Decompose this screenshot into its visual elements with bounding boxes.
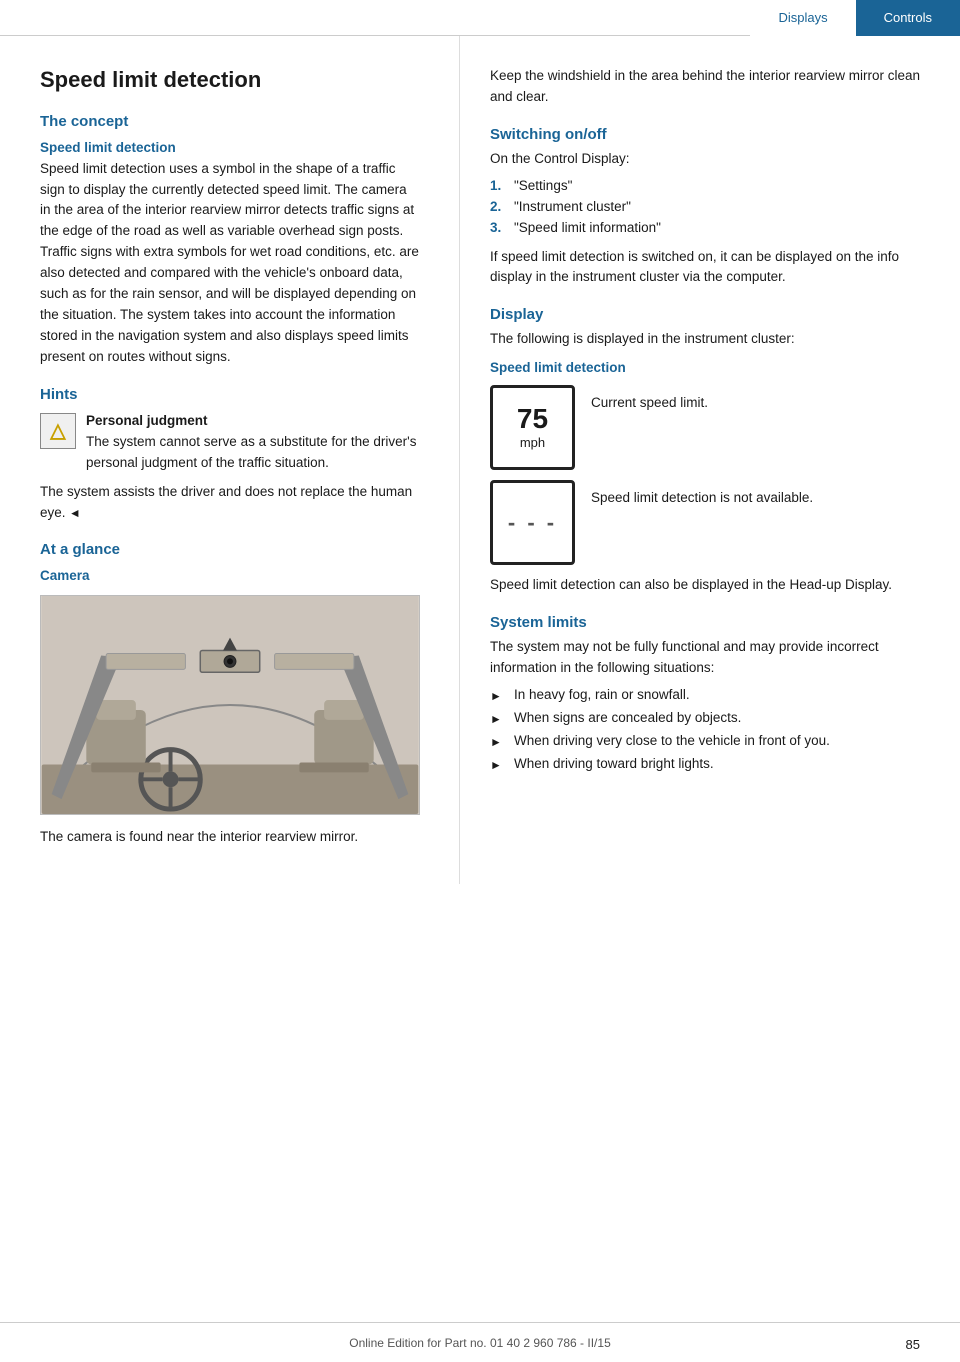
- content-wrapper: Speed limit detection The concept Speed …: [0, 36, 960, 884]
- speed-unit: mph: [520, 435, 545, 450]
- hint-title: Personal judgment: [86, 411, 419, 432]
- page-number: 85: [906, 1337, 920, 1352]
- speed-unavail-caption: Speed limit detection is not available.: [591, 480, 813, 509]
- speed-limit-box-75: 75 mph: [490, 385, 575, 470]
- speed-value: 75: [517, 405, 548, 433]
- bullet-4-text: When driving toward bright lights.: [514, 754, 714, 775]
- hint-body: The system cannot serve as a substitute …: [86, 432, 419, 474]
- step-1: 1. "Settings": [490, 176, 920, 197]
- camera-image: [40, 595, 420, 815]
- intro-text: Keep the windshield in the area behind t…: [490, 66, 920, 108]
- speed-limit-unavail-display: - - - Speed limit detection is not avail…: [490, 480, 920, 565]
- step-3-num: 3.: [490, 218, 508, 239]
- speed-limit-caption: Current speed limit.: [591, 385, 708, 414]
- step-3-text: "Speed limit information": [514, 218, 661, 239]
- system-limits-heading: System limits: [490, 614, 920, 631]
- system-limits-intro: The system may not be fully functional a…: [490, 637, 920, 679]
- step-1-text: "Settings": [514, 176, 572, 197]
- steps-list: 1. "Settings" 2. "Instrument cluster" 3.…: [490, 176, 920, 239]
- step-2-num: 2.: [490, 197, 508, 218]
- hints-heading: Hints: [40, 386, 419, 403]
- tab-controls[interactable]: Controls: [856, 0, 960, 36]
- bullet-3-arrow: ►: [490, 731, 506, 752]
- page-title: Speed limit detection: [40, 66, 419, 95]
- hint-extra-text: The system assists the driver and does n…: [40, 484, 412, 520]
- camera-subheading: Camera: [40, 568, 419, 583]
- tab-displays[interactable]: Displays: [750, 0, 855, 36]
- bullet-3-text: When driving very close to the vehicle i…: [514, 731, 830, 752]
- right-column: Keep the windshield in the area behind t…: [460, 36, 960, 884]
- switching-intro: On the Control Display:: [490, 149, 920, 170]
- system-limits-list: ► In heavy fog, rain or snowfall. ► When…: [490, 685, 920, 775]
- tab-displays-label: Displays: [778, 10, 827, 25]
- bullet-1-text: In heavy fog, rain or snowfall.: [514, 685, 690, 706]
- at-a-glance-heading: At a glance: [40, 541, 419, 558]
- footer-text: Online Edition for Part no. 01 40 2 960 …: [349, 1336, 611, 1350]
- end-mark: ◄: [66, 506, 81, 520]
- bullet-1: ► In heavy fog, rain or snowfall.: [490, 685, 920, 706]
- speed-limit-subheading-right: Speed limit detection: [490, 360, 920, 375]
- bullet-2-text: When signs are concealed by objects.: [514, 708, 741, 729]
- warning-icon: △: [40, 413, 76, 449]
- bullet-2-arrow: ►: [490, 708, 506, 729]
- car-interior-sketch: [41, 596, 419, 814]
- bullet-4-arrow: ►: [490, 754, 506, 775]
- speed-limit-body: Speed limit detection uses a symbol in t…: [40, 159, 419, 368]
- display-intro: The following is displayed in the instru…: [490, 329, 920, 350]
- bullet-2: ► When signs are concealed by objects.: [490, 708, 920, 729]
- footer: Online Edition for Part no. 01 40 2 960 …: [0, 1322, 960, 1362]
- bullet-3: ► When driving very close to the vehicle…: [490, 731, 920, 752]
- step-1-num: 1.: [490, 176, 508, 197]
- step-2-text: "Instrument cluster": [514, 197, 631, 218]
- hint-content: Personal judgment The system cannot serv…: [86, 411, 419, 474]
- top-nav: Displays Controls: [0, 0, 960, 36]
- speed-limit-subheading-left: Speed limit detection: [40, 140, 419, 155]
- display-heading: Display: [490, 306, 920, 323]
- left-column: Speed limit detection The concept Speed …: [0, 36, 460, 884]
- hint-box: △ Personal judgment The system cannot se…: [40, 411, 419, 474]
- hint-extra: The system assists the driver and does n…: [40, 482, 419, 524]
- speed-limit-75-display: 75 mph Current speed limit.: [490, 385, 920, 470]
- tab-controls-label: Controls: [884, 10, 932, 25]
- speed-limit-box-dashes: - - -: [490, 480, 575, 565]
- step-2: 2. "Instrument cluster": [490, 197, 920, 218]
- head-up-note: Speed limit detection can also be displa…: [490, 575, 920, 596]
- steps-note: If speed limit detection is switched on,…: [490, 247, 920, 289]
- bullet-1-arrow: ►: [490, 685, 506, 706]
- switching-heading: Switching on/off: [490, 126, 920, 143]
- camera-caption: The camera is found near the interior re…: [40, 827, 419, 848]
- concept-heading: The concept: [40, 113, 419, 130]
- bullet-4: ► When driving toward bright lights.: [490, 754, 920, 775]
- step-3: 3. "Speed limit information": [490, 218, 920, 239]
- speed-dashes: - - -: [508, 510, 557, 536]
